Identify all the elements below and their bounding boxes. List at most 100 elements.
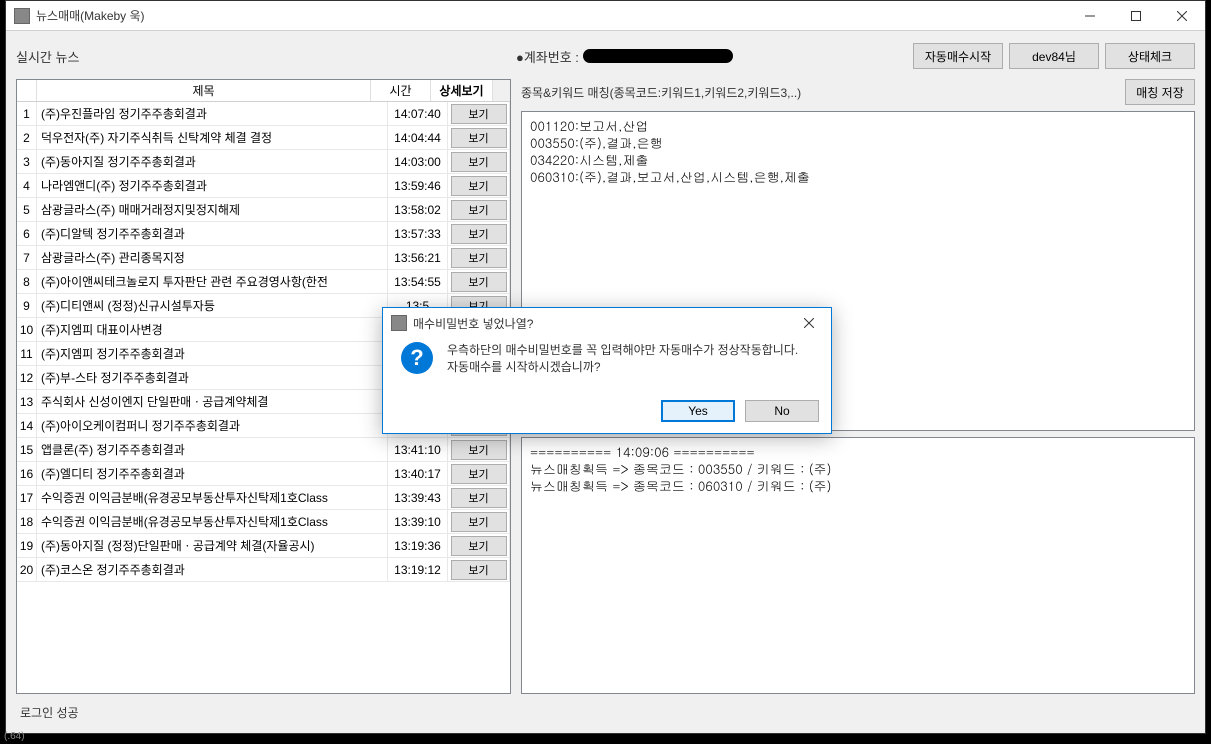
view-detail-button[interactable]: 보기: [451, 200, 507, 220]
view-detail-button[interactable]: 보기: [451, 104, 507, 124]
news-row-time: 13:19:12: [388, 558, 448, 581]
news-row[interactable]: 19(주)동아지질 (정정)단일판매ㆍ공급계약 체결(자율공시)13:19:36…: [17, 534, 510, 558]
news-row[interactable]: 5삼광글라스(주) 매매거래정지및정지해제13:58:02보기: [17, 198, 510, 222]
news-row[interactable]: 3(주)동아지질 정기주주총회결과14:03:00보기: [17, 150, 510, 174]
news-row-idx: 13: [17, 390, 37, 413]
news-row-time: 14:07:40: [388, 102, 448, 125]
account-label: ●계좌번호 :: [516, 47, 579, 66]
news-row-idx: 9: [17, 294, 37, 317]
view-detail-button[interactable]: 보기: [451, 224, 507, 244]
news-row-time: 13:58:02: [388, 198, 448, 221]
view-detail-button[interactable]: 보기: [451, 536, 507, 556]
dialog-app-icon: [391, 315, 407, 331]
news-row-title: 삼광글라스(주) 관리종목지정: [37, 246, 388, 269]
news-row[interactable]: 2덕우전자(주) 자기주식취득 신탁계약 체결 결정14:04:44보기: [17, 126, 510, 150]
username-button[interactable]: dev84님: [1009, 43, 1099, 69]
log-textarea[interactable]: ========== 14:09:06 ========== 뉴스매칭획득 =>…: [521, 437, 1195, 694]
news-row-view-cell: 보기: [448, 126, 510, 149]
save-matching-button[interactable]: 매칭 저장: [1125, 79, 1195, 105]
news-row-idx: 10: [17, 318, 37, 341]
status-bar: 로그인 성공: [16, 702, 1195, 723]
news-header-row: 제목 시간 상세보기: [17, 80, 510, 102]
col-header-view[interactable]: 상세보기: [431, 80, 493, 101]
news-row-title: (주)동아지질 정기주주총회결과: [37, 150, 388, 173]
news-row-time: 13:39:10: [388, 510, 448, 533]
news-row-time: 13:39:43: [388, 486, 448, 509]
news-row-view-cell: 보기: [448, 510, 510, 533]
news-row-title: (주)아이앤씨테크놀로지 투자판단 관련 주요경영사항(한전: [37, 270, 388, 293]
view-detail-button[interactable]: 보기: [451, 176, 507, 196]
news-row[interactable]: 6(주)디알텍 정기주주총회결과13:57:33보기: [17, 222, 510, 246]
news-row[interactable]: 17수익증권 이익금분배(유경공모부동산투자신탁제1호Class13:39:43…: [17, 486, 510, 510]
news-row-idx: 15: [17, 438, 37, 461]
news-row-title: (주)아이오케이컴퍼니 정기주주총회결과: [37, 414, 388, 437]
news-row[interactable]: 1(주)우진플라임 정기주주총회결과14:07:40보기: [17, 102, 510, 126]
news-row-view-cell: 보기: [448, 486, 510, 509]
app-icon: [14, 8, 30, 24]
news-row-title: 수익증권 이익금분배(유경공모부동산투자신탁제1호Class: [37, 510, 388, 533]
news-row[interactable]: 18수익증권 이익금분배(유경공모부동산투자신탁제1호Class13:39:10…: [17, 510, 510, 534]
news-row-title: (주)지엠피 정기주주총회결과: [37, 342, 388, 365]
dialog-yes-button[interactable]: Yes: [661, 400, 735, 422]
close-button[interactable]: [1159, 1, 1205, 31]
view-detail-button[interactable]: 보기: [451, 512, 507, 532]
news-row-idx: 18: [17, 510, 37, 533]
news-row-title: (주)동아지질 (정정)단일판매ㆍ공급계약 체결(자율공시): [37, 534, 388, 557]
view-detail-button[interactable]: 보기: [451, 152, 507, 172]
news-row[interactable]: 15앱클론(주) 정기주주총회결과13:41:10보기: [17, 438, 510, 462]
view-detail-button[interactable]: 보기: [451, 272, 507, 292]
auto-buy-start-button[interactable]: 자동매수시작: [913, 43, 1003, 69]
view-detail-button[interactable]: 보기: [451, 464, 507, 484]
view-detail-button[interactable]: 보기: [451, 248, 507, 268]
news-row-time: 13:41:10: [388, 438, 448, 461]
news-row-view-cell: 보기: [448, 270, 510, 293]
news-row-title: (주)지엠피 대표이사변경: [37, 318, 388, 341]
news-row-title: 앱클론(주) 정기주주총회결과: [37, 438, 388, 461]
news-row-title: (주)부-스타 정기주주총회결과: [37, 366, 388, 389]
news-row-idx: 3: [17, 150, 37, 173]
news-row[interactable]: 8(주)아이앤씨테크놀로지 투자판단 관련 주요경영사항(한전13:54:55보…: [17, 270, 510, 294]
news-row-view-cell: 보기: [448, 246, 510, 269]
dialog-close-button[interactable]: [789, 309, 829, 337]
news-row-title: (주)디알텍 정기주주총회결과: [37, 222, 388, 245]
news-row-time: 14:04:44: [388, 126, 448, 149]
dialog-title: 매수비밀번호 넣었나열?: [413, 315, 789, 332]
matching-label: 종목&키워드 매칭(종목코드:키워드1,키워드2,키워드3,..): [521, 84, 1117, 101]
top-row: 실시간 뉴스 ●계좌번호 : 자동매수시작 dev84님 상태체크: [16, 41, 1195, 71]
view-detail-button[interactable]: 보기: [451, 440, 507, 460]
view-detail-button[interactable]: 보기: [451, 560, 507, 580]
col-header-title[interactable]: 제목: [37, 80, 371, 101]
news-row[interactable]: 7삼광글라스(주) 관리종목지정13:56:21보기: [17, 246, 510, 270]
news-row-time: 14:03:00: [388, 150, 448, 173]
titlebar: 뉴스매매(Makeby 욱): [6, 1, 1205, 31]
news-row[interactable]: 4나라엠앤디(주) 정기주주총회결과13:59:46보기: [17, 174, 510, 198]
confirm-dialog: 매수비밀번호 넣었나열? ? 우측하단의 매수비밀번호를 꼭 입력해야만 자동매…: [382, 307, 832, 434]
news-row-time: 13:59:46: [388, 174, 448, 197]
maximize-button[interactable]: [1113, 1, 1159, 31]
minimize-button[interactable]: [1067, 1, 1113, 31]
status-check-button[interactable]: 상태체크: [1105, 43, 1195, 69]
news-row-idx: 1: [17, 102, 37, 125]
news-row-idx: 8: [17, 270, 37, 293]
view-detail-button[interactable]: 보기: [451, 488, 507, 508]
news-row-time: 13:40:17: [388, 462, 448, 485]
col-header-time[interactable]: 시간: [371, 80, 431, 101]
news-row-title: 주식회사 신성이엔지 단일판매ㆍ공급계약체결: [37, 390, 388, 413]
news-row-idx: 19: [17, 534, 37, 557]
news-row-view-cell: 보기: [448, 558, 510, 581]
window-title: 뉴스매매(Makeby 욱): [36, 7, 1067, 24]
news-row-title: (주)디티앤씨 (정정)신규시설투자등: [37, 294, 388, 317]
news-row-idx: 4: [17, 174, 37, 197]
news-row-title: (주)엘디티 정기주주총회결과: [37, 462, 388, 485]
news-row-idx: 17: [17, 486, 37, 509]
realtime-news-label: 실시간 뉴스: [16, 47, 516, 66]
dialog-no-button[interactable]: No: [745, 400, 819, 422]
news-row-time: 13:19:36: [388, 534, 448, 557]
news-row-time: 13:57:33: [388, 222, 448, 245]
view-detail-button[interactable]: 보기: [451, 128, 507, 148]
news-row-view-cell: 보기: [448, 462, 510, 485]
col-header-idx[interactable]: [17, 80, 37, 101]
news-row[interactable]: 16(주)엘디티 정기주주총회결과13:40:17보기: [17, 462, 510, 486]
news-row-idx: 12: [17, 366, 37, 389]
news-row[interactable]: 20(주)코스온 정기주주총회결과13:19:12보기: [17, 558, 510, 582]
